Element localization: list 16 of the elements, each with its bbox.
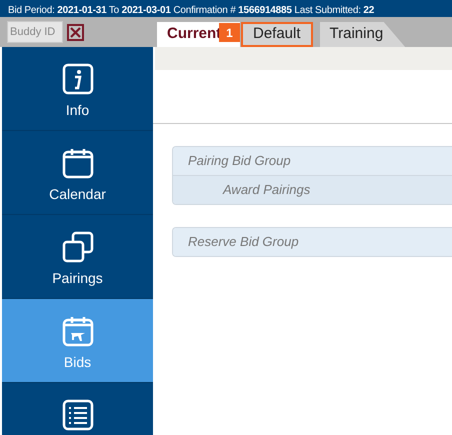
list-icon [62, 399, 94, 431]
group-header[interactable]: Pairing Bid Group [173, 147, 452, 175]
header-text: Bid Period: 2021-01-31 To 2021-03-01 Confirmation # 1566914885 Last Submitted: 22 [7, 5, 374, 17]
count-badge: 1 [219, 23, 240, 42]
close-icon [70, 26, 81, 38]
overlapping-squares-icon [62, 231, 94, 263]
calendar-plane-icon [62, 315, 94, 347]
buddy-id-field[interactable]: Buddy ID [7, 21, 63, 43]
close-button[interactable] [67, 24, 84, 40]
group-item[interactable]: Award Pairings [173, 175, 452, 204]
tab[interactable]: Default [241, 22, 313, 47]
info-icon [62, 63, 94, 95]
group-header[interactable]: Reserve Bid Group [173, 228, 452, 256]
tab[interactable]: Training [320, 22, 406, 47]
calendar-icon [62, 147, 94, 179]
tab[interactable]: Current 1 [157, 22, 240, 47]
